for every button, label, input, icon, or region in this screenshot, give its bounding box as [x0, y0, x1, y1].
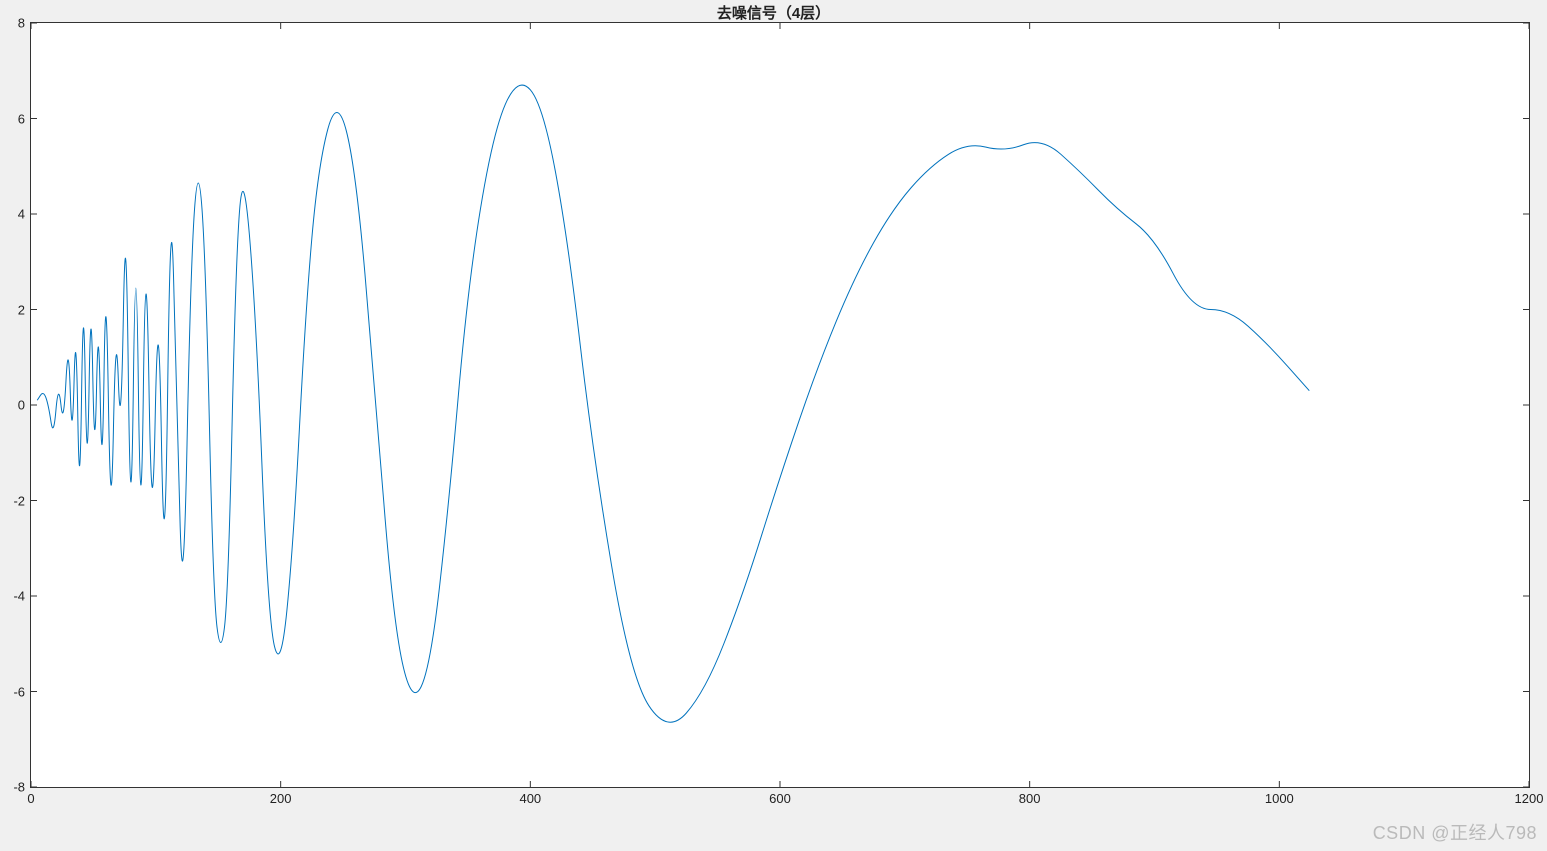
ytick-label: -4: [13, 589, 31, 604]
line-series: [37, 85, 1309, 722]
ytick-label: 6: [18, 111, 31, 126]
xtick-label: 600: [769, 787, 791, 806]
xtick-label: 400: [519, 787, 541, 806]
ytick-label: 8: [18, 16, 31, 31]
chart-axes[interactable]: 8 6 4 2 0 -2 -4 -6 -8 0 200 400 600 800 …: [30, 22, 1530, 788]
chart-title: 去噪信号（4层）: [0, 2, 1547, 23]
xtick-label: 1000: [1265, 787, 1294, 806]
chart-svg: [31, 23, 1529, 787]
ytick-label: 2: [18, 302, 31, 317]
xtick-label: 800: [1019, 787, 1041, 806]
xtick-label: 1200: [1515, 787, 1544, 806]
ytick-label: -6: [13, 684, 31, 699]
ytick-label: 4: [18, 207, 31, 222]
watermark-text: CSDN @正经人798: [1373, 819, 1537, 845]
xtick-label: 0: [27, 787, 34, 806]
ytick-label: 0: [18, 398, 31, 413]
figure: 去噪信号（4层） 8 6 4 2 0 -2 -4 -6 -8 0 200 400…: [0, 0, 1547, 851]
xtick-label: 200: [270, 787, 292, 806]
ytick-label: -2: [13, 493, 31, 508]
